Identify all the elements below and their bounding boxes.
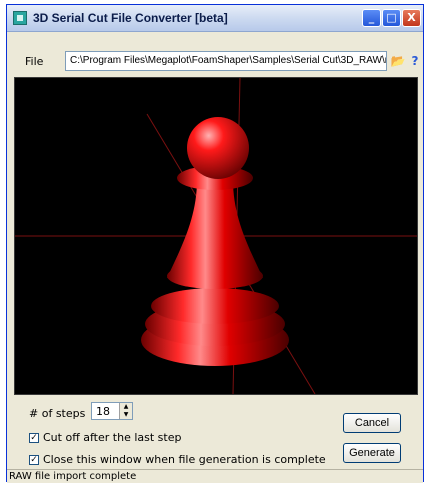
folder-open-icon[interactable]: 📂 [390,51,406,71]
file-label: File [25,55,44,68]
steps-value[interactable]: 18 [96,405,110,418]
steps-label: # of steps [29,407,86,420]
cutoff-checkbox[interactable]: ✓ [29,433,39,443]
close-window-checkbox[interactable]: ✓ [29,455,39,465]
close-button[interactable]: X [402,9,421,27]
3d-preview-viewport[interactable] [14,77,418,395]
pawn-render [15,78,417,394]
minimize-button[interactable]: _ [362,9,381,27]
window-title: 3D Serial Cut File Converter [beta] [33,11,228,25]
help-icon[interactable]: ? [408,51,422,71]
pawn-base-ring [151,288,279,324]
options-panel: # of steps 18 ▲ ▼ ✓ Cut off after the la… [7,396,423,470]
cutoff-label: Cut off after the last step [43,431,182,444]
steps-spinner[interactable]: 18 ▲ ▼ [91,402,133,420]
status-text: RAW file import complete [9,471,137,482]
cancel-button[interactable]: Cancel [343,413,401,433]
generate-button[interactable]: Generate [343,443,401,463]
status-bar: RAW file import complete [7,469,423,483]
maximize-button[interactable]: □ [382,9,401,27]
file-path-field[interactable]: C:\Program Files\Megaplot\FoamShaper\Sam… [65,51,387,71]
close-window-label: Close this window when file generation i… [43,453,326,466]
spinner-up-icon[interactable]: ▲ [120,403,132,411]
spinner-down-icon[interactable]: ▼ [120,411,132,419]
spinner-buttons[interactable]: ▲ ▼ [119,403,132,419]
pawn-body [167,180,263,278]
title-bar[interactable]: 3D Serial Cut File Converter [beta] _ □ … [7,5,423,32]
converter-window: 3D Serial Cut File Converter [beta] _ □ … [6,4,424,483]
app-icon [13,11,27,25]
pawn-head [187,117,249,179]
